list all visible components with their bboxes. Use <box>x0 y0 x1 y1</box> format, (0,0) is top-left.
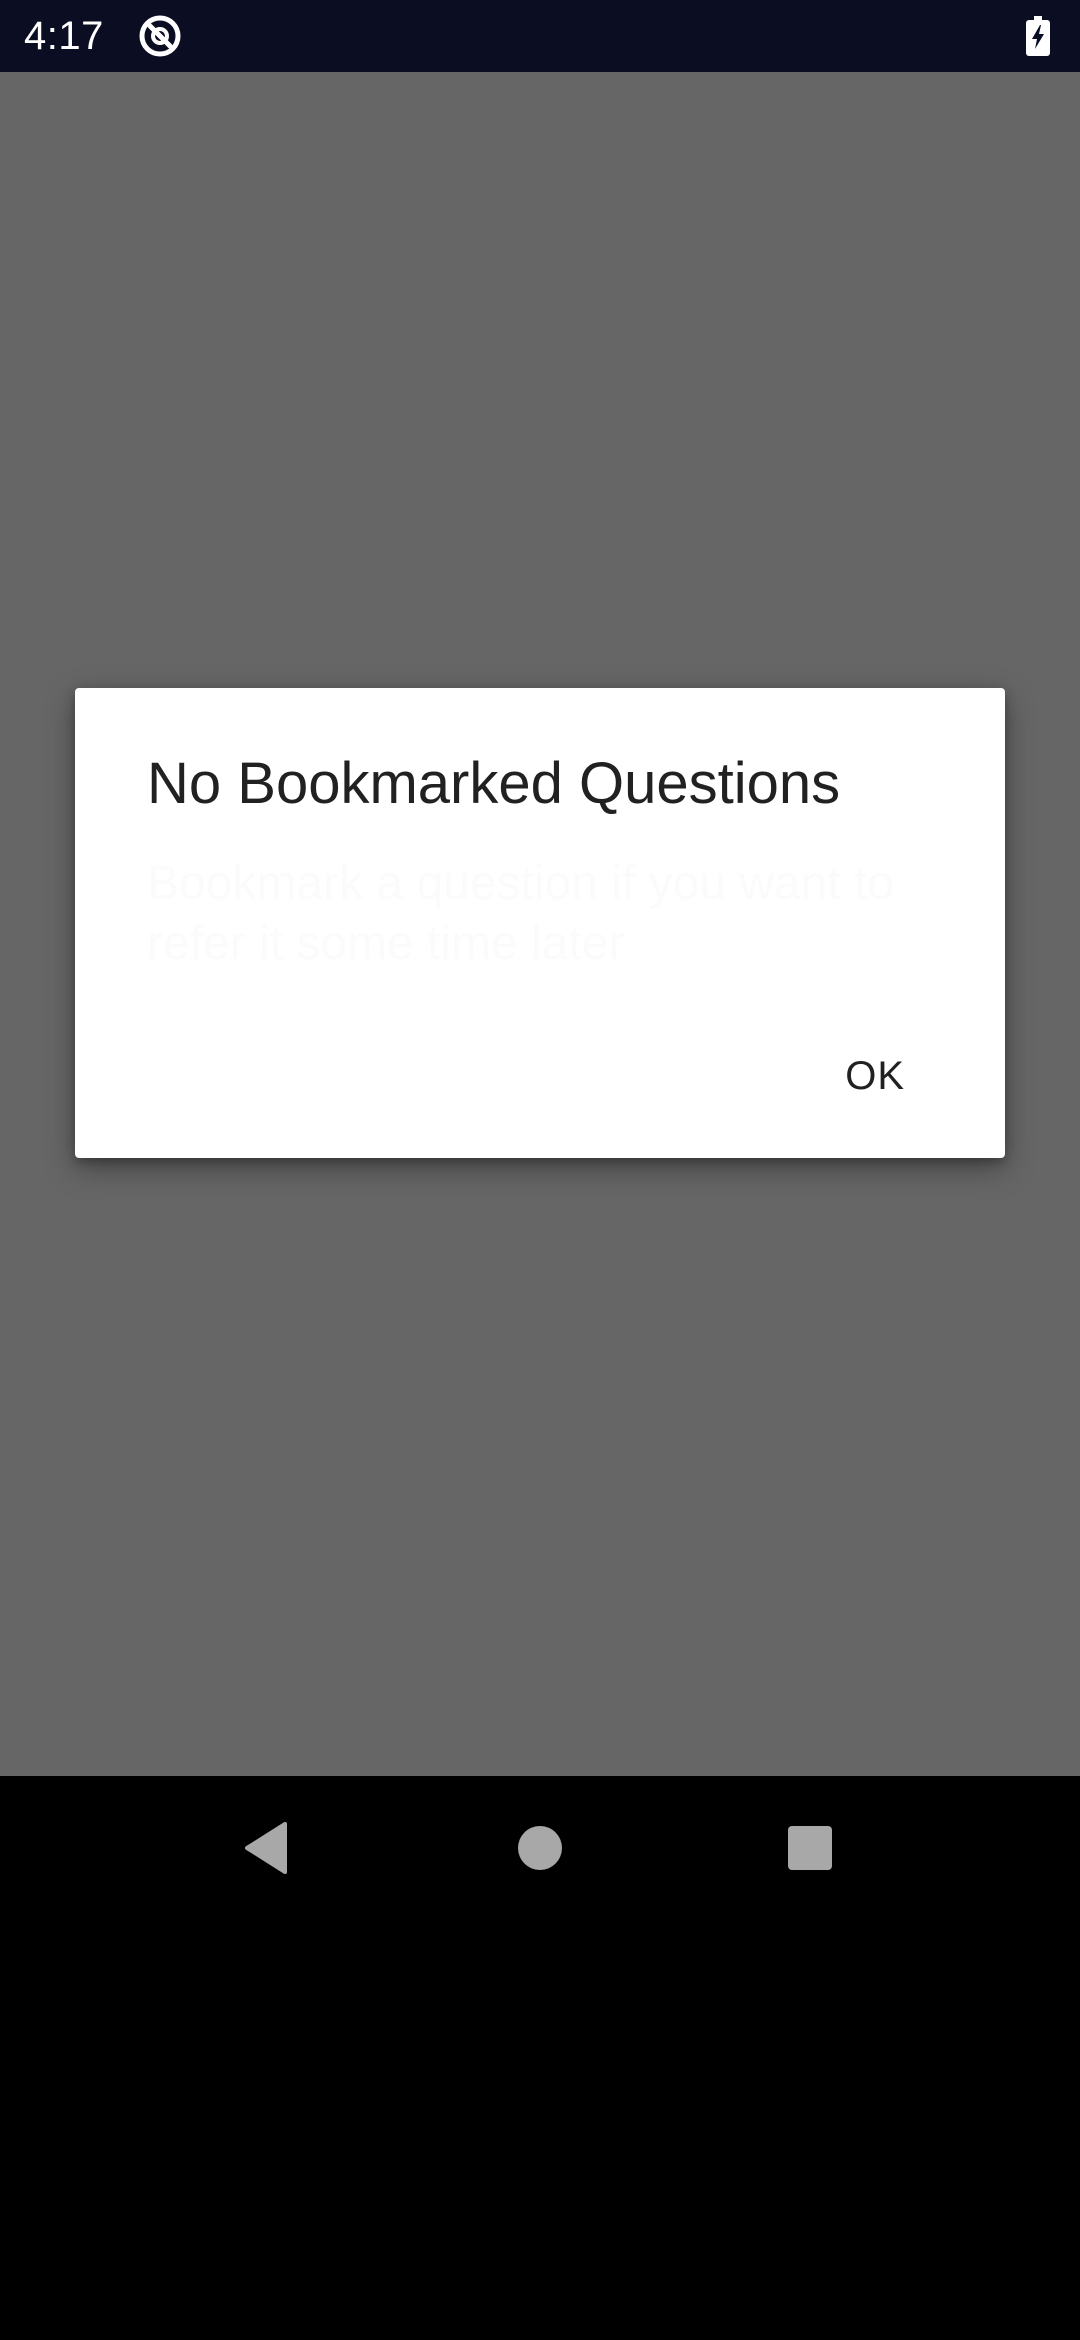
battery-charging-icon <box>1026 16 1050 56</box>
dialog-title: No Bookmarked Questions <box>147 751 841 816</box>
ok-button[interactable]: OK <box>837 1044 913 1109</box>
dialog-scrim[interactable]: No Bookmarked Questions Bookmark a quest… <box>0 72 1080 1776</box>
screen: 4:17 No Bookmarked Questions Bookmark a … <box>0 0 1080 2340</box>
status-bar: 4:17 <box>0 0 1080 72</box>
back-button[interactable] <box>197 1776 341 1920</box>
recents-square-icon <box>788 1826 832 1870</box>
home-button[interactable] <box>468 1776 612 1920</box>
back-triangle-icon <box>245 1822 287 1874</box>
data-sync-icon <box>138 14 182 58</box>
status-time: 4:17 <box>24 13 104 58</box>
navigation-bar <box>0 1776 1080 1920</box>
dialog-message: Bookmark a question if you want to refer… <box>147 857 895 970</box>
recents-button[interactable] <box>738 1776 882 1920</box>
home-circle-icon <box>518 1826 562 1870</box>
no-bookmarks-dialog: No Bookmarked Questions Bookmark a quest… <box>75 688 1005 1158</box>
